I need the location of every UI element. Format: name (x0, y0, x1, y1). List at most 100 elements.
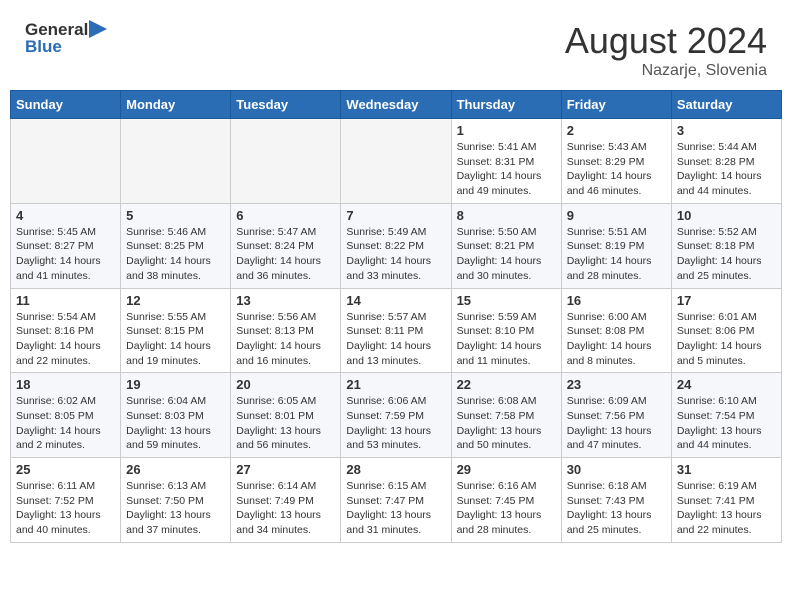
week-row-2: 4Sunrise: 5:45 AMSunset: 8:27 PMDaylight… (11, 203, 782, 288)
calendar-cell: 1 Sunrise: 5:41 AMSunset: 8:31 PMDaylight… (451, 119, 561, 204)
calendar-cell: 16Sunrise: 6:00 AMSunset: 8:08 PMDayligh… (561, 288, 671, 373)
header-thursday: Thursday (451, 91, 561, 119)
calendar-cell: 18 Sunrise: 6:02 AMSunset: 8:05 PMDayligh… (11, 373, 121, 458)
day-number: 6 (236, 208, 335, 223)
logo-blue: Blue (25, 38, 107, 55)
header-wednesday: Wednesday (341, 91, 451, 119)
day-number: 26 (126, 462, 225, 477)
calendar-cell (231, 119, 341, 204)
day-info: Sunrise: 5:52 AMSunset: 8:18 PMDaylight:… (677, 225, 776, 284)
day-info: Sunrise: 5:43 AMSunset: 8:29 PMDaylight:… (567, 140, 666, 199)
day-info: Sunrise: 5:41 AMSunset: 8:31 PMDaylight:… (457, 140, 556, 199)
header-row: SundayMondayTuesdayWednesdayThursdayFrid… (11, 91, 782, 119)
calendar-cell: 9 Sunrise: 5:51 AMSunset: 8:19 PMDaylight… (561, 203, 671, 288)
day-info: Sunrise: 6:01 AMSunset: 8:06 PMDaylight:… (677, 310, 776, 369)
day-info: Sunrise: 6:08 AMSunset: 7:58 PMDaylight:… (457, 394, 556, 453)
calendar-cell: 17 Sunrise: 6:01 AMSunset: 8:06 PMDayligh… (671, 288, 781, 373)
day-info: Sunrise: 5:57 AMSunset: 8:11 PMDaylight:… (346, 310, 445, 369)
day-info: Sunrise: 6:14 AMSunset: 7:49 PMDaylight:… (236, 479, 335, 538)
day-number: 29 (457, 462, 556, 477)
day-info: Sunrise: 5:50 AMSunset: 8:21 PMDaylight:… (457, 225, 556, 284)
day-number: 5 (126, 208, 225, 223)
day-info: Sunrise: 6:19 AMSunset: 7:41 PMDaylight:… (677, 479, 776, 538)
day-number: 13 (236, 293, 335, 308)
day-number: 19 (126, 377, 225, 392)
calendar-cell: 23 Sunrise: 6:09 AMSunset: 7:56 PMDayligh… (561, 373, 671, 458)
day-info: Sunrise: 6:13 AMSunset: 7:50 PMDaylight:… (126, 479, 225, 538)
calendar-cell: 31 Sunrise: 6:19 AMSunset: 7:41 PMDayligh… (671, 458, 781, 543)
day-info: Sunrise: 5:47 AMSunset: 8:24 PMDaylight:… (236, 225, 335, 284)
calendar-cell: 26 Sunrise: 6:13 AMSunset: 7:50 PMDayligh… (121, 458, 231, 543)
calendar-cell: 27 Sunrise: 6:14 AMSunset: 7:49 PMDayligh… (231, 458, 341, 543)
day-number: 4 (16, 208, 115, 223)
day-info: Sunrise: 5:56 AMSunset: 8:13 PMDaylight:… (236, 310, 335, 369)
day-info: Sunrise: 6:15 AMSunset: 7:47 PMDaylight:… (346, 479, 445, 538)
calendar-cell: 10 Sunrise: 5:52 AMSunset: 8:18 PMDayligh… (671, 203, 781, 288)
day-number: 16 (567, 293, 666, 308)
day-info: Sunrise: 5:46 AMSunset: 8:25 PMDaylight:… (126, 225, 225, 284)
header-saturday: Saturday (671, 91, 781, 119)
day-info: Sunrise: 5:55 AMSunset: 8:15 PMDaylight:… (126, 310, 225, 369)
day-info: Sunrise: 5:54 AMSunset: 8:16 PMDaylight:… (16, 310, 115, 369)
day-number: 24 (677, 377, 776, 392)
day-info: Sunrise: 6:02 AMSunset: 8:05 PMDaylight:… (16, 394, 115, 453)
calendar-table: SundayMondayTuesdayWednesdayThursdayFrid… (10, 90, 782, 543)
location: Nazarje, Slovenia (565, 62, 767, 80)
calendar-cell: 24 Sunrise: 6:10 AMSunset: 7:54 PMDayligh… (671, 373, 781, 458)
calendar-cell: 22 Sunrise: 6:08 AMSunset: 7:58 PMDayligh… (451, 373, 561, 458)
header-tuesday: Tuesday (231, 91, 341, 119)
day-info: Sunrise: 6:18 AMSunset: 7:43 PMDaylight:… (567, 479, 666, 538)
day-number: 1 (457, 123, 556, 138)
day-number: 12 (126, 293, 225, 308)
day-info: Sunrise: 5:49 AMSunset: 8:22 PMDaylight:… (346, 225, 445, 284)
week-row-3: 11 Sunrise: 5:54 AMSunset: 8:16 PMDayligh… (11, 288, 782, 373)
day-info: Sunrise: 6:04 AMSunset: 8:03 PMDaylight:… (126, 394, 225, 453)
calendar-cell: 15 Sunrise: 5:59 AMSunset: 8:10 PMDayligh… (451, 288, 561, 373)
day-number: 23 (567, 377, 666, 392)
day-number: 31 (677, 462, 776, 477)
calendar-cell: 28Sunrise: 6:15 AMSunset: 7:47 PMDayligh… (341, 458, 451, 543)
calendar-cell: 8Sunrise: 5:50 AMSunset: 8:21 PMDaylight… (451, 203, 561, 288)
calendar-cell: 3Sunrise: 5:44 AMSunset: 8:28 PMDaylight… (671, 119, 781, 204)
day-info: Sunrise: 6:16 AMSunset: 7:45 PMDaylight:… (457, 479, 556, 538)
calendar-cell: 7 Sunrise: 5:49 AMSunset: 8:22 PMDaylight… (341, 203, 451, 288)
calendar-cell: 20 Sunrise: 6:05 AMSunset: 8:01 PMDayligh… (231, 373, 341, 458)
day-number: 18 (16, 377, 115, 392)
day-number: 30 (567, 462, 666, 477)
day-number: 9 (567, 208, 666, 223)
day-number: 3 (677, 123, 776, 138)
calendar-cell: 30 Sunrise: 6:18 AMSunset: 7:43 PMDayligh… (561, 458, 671, 543)
page-header: General Blue August 2024 Nazarje, Sloven… (10, 10, 782, 85)
calendar-cell: 6 Sunrise: 5:47 AMSunset: 8:24 PMDaylight… (231, 203, 341, 288)
day-info: Sunrise: 6:05 AMSunset: 8:01 PMDaylight:… (236, 394, 335, 453)
week-row-4: 18 Sunrise: 6:02 AMSunset: 8:05 PMDayligh… (11, 373, 782, 458)
day-number: 7 (346, 208, 445, 223)
day-number: 15 (457, 293, 556, 308)
calendar-cell: 21 Sunrise: 6:06 AMSunset: 7:59 PMDayligh… (341, 373, 451, 458)
day-info: Sunrise: 5:59 AMSunset: 8:10 PMDaylight:… (457, 310, 556, 369)
day-info: Sunrise: 5:51 AMSunset: 8:19 PMDaylight:… (567, 225, 666, 284)
day-number: 27 (236, 462, 335, 477)
calendar-cell: 19 Sunrise: 6:04 AMSunset: 8:03 PMDayligh… (121, 373, 231, 458)
calendar-cell: 2Sunrise: 5:43 AMSunset: 8:29 PMDaylight… (561, 119, 671, 204)
logo-general: General (25, 21, 88, 38)
calendar-cell: 11 Sunrise: 5:54 AMSunset: 8:16 PMDayligh… (11, 288, 121, 373)
day-info: Sunrise: 6:10 AMSunset: 7:54 PMDaylight:… (677, 394, 776, 453)
header-friday: Friday (561, 91, 671, 119)
header-monday: Monday (121, 91, 231, 119)
week-row-1: 1 Sunrise: 5:41 AMSunset: 8:31 PMDaylight… (11, 119, 782, 204)
calendar-cell: 14Sunrise: 5:57 AMSunset: 8:11 PMDayligh… (341, 288, 451, 373)
day-number: 10 (677, 208, 776, 223)
calendar-cell: 29 Sunrise: 6:16 AMSunset: 7:45 PMDayligh… (451, 458, 561, 543)
day-info: Sunrise: 6:09 AMSunset: 7:56 PMDaylight:… (567, 394, 666, 453)
day-info: Sunrise: 6:06 AMSunset: 7:59 PMDaylight:… (346, 394, 445, 453)
day-number: 11 (16, 293, 115, 308)
title-block: August 2024 Nazarje, Slovenia (565, 20, 767, 80)
day-number: 21 (346, 377, 445, 392)
logo-triangle-icon (89, 20, 107, 38)
calendar-cell (341, 119, 451, 204)
calendar-cell: 25Sunrise: 6:11 AMSunset: 7:52 PMDayligh… (11, 458, 121, 543)
day-number: 22 (457, 377, 556, 392)
day-number: 17 (677, 293, 776, 308)
day-number: 20 (236, 377, 335, 392)
